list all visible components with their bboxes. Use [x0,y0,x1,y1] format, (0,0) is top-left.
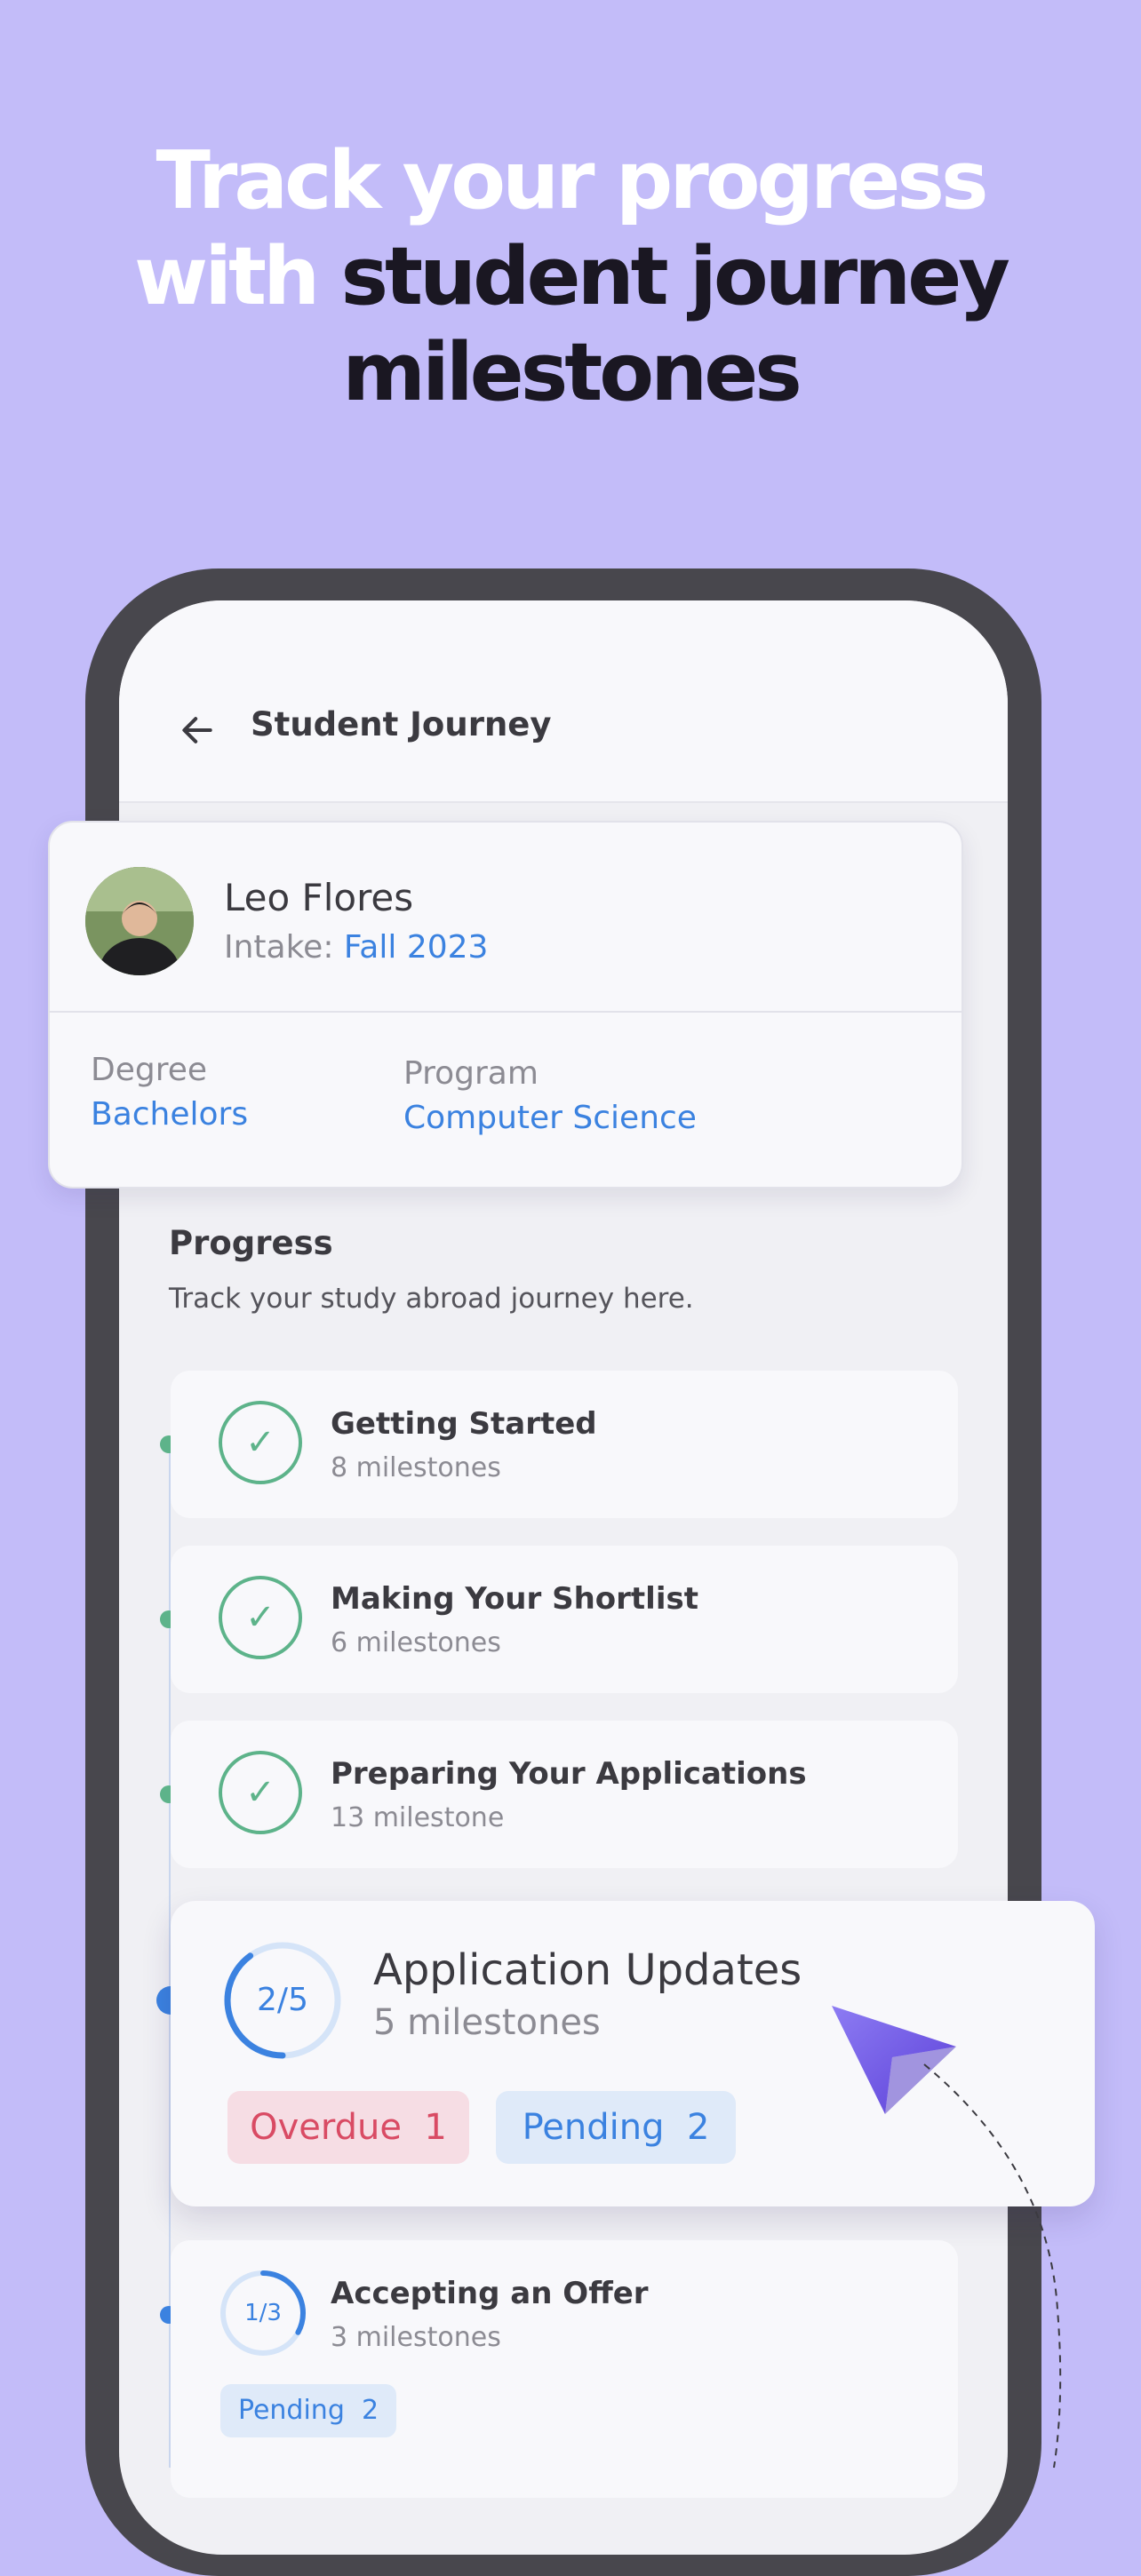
progress-title: Progress [169,1224,333,1262]
stage-card-shortlist[interactable]: ✓ Making Your Shortlist 6 milestones [171,1546,958,1693]
stage-card-accepting-offer[interactable]: 1/3 Accepting an Offer 3 milestones Pend… [171,2240,958,2498]
overdue-count: 1 [424,2107,447,2148]
stage-card-getting-started[interactable]: ✓ Getting Started 8 milestones [171,1371,958,1518]
stage-title: Making Your Shortlist [331,1581,698,1617]
stage-count: 6 milestones [331,1627,501,1658]
dashed-path [923,2063,1062,2469]
program-value: Computer Science [403,1100,697,1136]
student-name: Leo Flores [224,876,414,919]
profile-card: Leo Flores Intake: Fall 2023 Degree Bach… [48,821,963,1189]
headline-line2-dark: student journey [340,230,1009,323]
stage-count: 5 milestones [373,2002,601,2043]
overdue-badge[interactable]: Overdue 1 [227,2091,469,2164]
check-icon: ✓ [219,1576,302,1659]
pending-count: 2 [686,2107,710,2148]
intake-row: Intake: Fall 2023 [224,929,488,966]
stage-title: Preparing Your Applications [331,1756,807,1792]
divider [50,1011,961,1013]
pending-count: 2 [361,2395,379,2426]
program-label: Program [403,1055,539,1092]
page-title: Student Journey [251,705,552,743]
stage-title: Application Updates [373,1945,802,1995]
app-bar: Student Journey [119,600,1008,803]
stage-card-applications[interactable]: ✓ Preparing Your Applications 13 milesto… [171,1721,958,1868]
pending-label: Pending [522,2107,665,2148]
back-arrow-icon[interactable] [178,711,217,750]
check-icon: ✓ [219,1401,302,1484]
headline-line2-white: with [134,230,341,323]
pending-badge[interactable]: Pending 2 [220,2384,396,2437]
overdue-label: Overdue [250,2107,402,2148]
progress-ring-label: 1/3 [244,2300,282,2326]
degree-label: Degree [91,1052,208,1088]
intake-label: Intake: [224,929,344,966]
progress-ring-label: 2/5 [257,1982,308,2018]
pending-badge[interactable]: Pending 2 [496,2091,736,2164]
stage-count: 8 milestones [331,1452,501,1483]
headline-line1: Track your progress [156,134,988,227]
progress-subtitle: Track your study abroad journey here. [169,1283,694,1315]
intake-value: Fall 2023 [343,929,489,966]
stage-title: Accepting an Offer [331,2276,649,2311]
avatar [85,867,194,975]
stage-title: Getting Started [331,1406,597,1442]
check-icon: ✓ [219,1751,302,1834]
headline-line3: milestones [342,326,802,419]
pending-label: Pending [237,2395,345,2426]
stage-count: 3 milestones [331,2322,501,2353]
headline: Track your progress with student journey… [0,133,1141,421]
degree-value: Bachelors [91,1096,249,1133]
stage-count: 13 milestone [331,1802,505,1833]
